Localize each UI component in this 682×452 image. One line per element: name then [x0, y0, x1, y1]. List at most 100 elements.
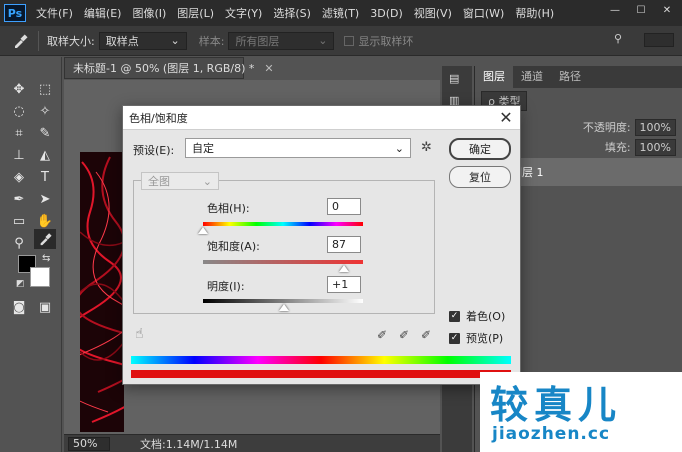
swap-colors-icon[interactable]: ⇆	[42, 253, 50, 264]
document-tab-title: 未标题-1 @ 50% (图层 1, RGB/8) *	[73, 62, 255, 75]
preview-label: 预览(P)	[466, 332, 504, 345]
fill-label: 填充:	[604, 141, 631, 154]
menu-filter[interactable]: 滤镜(T)	[322, 5, 359, 21]
hue-slider-track[interactable]	[203, 222, 363, 226]
reset-button[interactable]: 复位	[449, 166, 511, 188]
tab-channels[interactable]: 通道	[513, 64, 551, 88]
zoom-tool-icon[interactable]: ⚲	[8, 233, 30, 253]
close-icon[interactable]: ✕	[498, 108, 514, 127]
document-size-info[interactable]: 文档:1.14M/1.14M	[140, 436, 237, 452]
search-icon[interactable]: ⚲	[614, 32, 622, 45]
colorize-check-icon: ✓	[449, 310, 460, 322]
menu-help[interactable]: 帮助(H)	[515, 5, 554, 21]
channel-value: 全图	[148, 175, 170, 188]
sample-size-select[interactable]: 取样点 ⌄	[98, 31, 187, 50]
eraser-tool-icon[interactable]: ◭	[34, 145, 56, 165]
stamp-tool-icon[interactable]: ⊥	[8, 145, 30, 165]
tab-paths[interactable]: 路径	[551, 64, 589, 88]
lightness-label: 明度(I):	[207, 280, 245, 293]
saturation-slider-thumb[interactable]	[339, 265, 349, 272]
sample-label: 样本:	[198, 34, 225, 48]
close-tab-icon[interactable]: ✕	[264, 62, 273, 75]
hue-label: 色相(H):	[207, 202, 250, 215]
minimize-button[interactable]: —	[606, 3, 624, 17]
preset-label: 预设(E):	[133, 144, 175, 157]
app-logo: Ps	[4, 4, 26, 22]
move-tool-icon[interactable]: ✥	[8, 79, 30, 99]
colorize-checkbox[interactable]: ✓ 着色(O)	[449, 308, 505, 324]
screen-mode-icon[interactable]: ▣	[34, 297, 56, 317]
eyedropper-minus-icon[interactable]: ✐	[421, 328, 431, 342]
eyedropper-tool-preset-icon[interactable]	[10, 32, 30, 50]
preset-value: 自定	[192, 142, 214, 155]
lightness-slider-thumb[interactable]	[279, 304, 289, 311]
preview-checkbox[interactable]: ✓ 预览(P)	[449, 330, 503, 346]
paint-bucket-tool-icon[interactable]: ◈	[8, 167, 30, 187]
menu-window[interactable]: 窗口(W)	[463, 5, 504, 21]
channel-select[interactable]: 全图 ⌄	[141, 172, 219, 190]
rectangle-tool-icon[interactable]: ▭	[8, 211, 30, 231]
menu-layer[interactable]: 图层(L)	[177, 5, 214, 21]
saturation-label: 饱和度(A):	[207, 240, 260, 253]
menu-file[interactable]: 文件(F)	[36, 5, 73, 21]
lasso-tool-icon[interactable]: ◌	[8, 101, 30, 121]
show-ring-checkbox[interactable]	[344, 35, 355, 46]
quick-mask-icon[interactable]: ◙	[8, 297, 30, 317]
saturation-slider-track[interactable]	[203, 260, 363, 264]
path-select-tool-icon[interactable]: ➤	[34, 189, 56, 209]
tab-layers[interactable]: 图层	[475, 64, 513, 88]
menu-view[interactable]: 视图(V)	[414, 5, 452, 21]
document-tab[interactable]: 未标题-1 @ 50% (图层 1, RGB/8) * ✕	[64, 57, 274, 79]
lightness-slider-track[interactable]	[203, 299, 363, 303]
document-image	[80, 152, 124, 432]
maximize-button[interactable]: ☐	[632, 3, 650, 17]
menu-type[interactable]: 文字(Y)	[225, 5, 262, 21]
menu-select[interactable]: 选择(S)	[273, 5, 311, 21]
pen-tool-icon[interactable]: ✒	[8, 189, 30, 209]
sample-value: 所有图层	[235, 34, 280, 48]
eyedropper-tool-icon[interactable]	[34, 229, 56, 249]
hue-slider-thumb[interactable]	[198, 227, 208, 234]
watermark-text-en: jiaozhen.cc	[492, 424, 611, 444]
menu-image[interactable]: 图像(I)	[132, 5, 166, 21]
sample-size-label: 取样大小:	[47, 34, 95, 48]
sample-select[interactable]: 所有图层 ⌄	[228, 31, 335, 50]
divider	[38, 30, 39, 51]
fill-field[interactable]: 100%	[634, 138, 676, 156]
on-image-adjust-icon[interactable]: ☝	[135, 326, 144, 342]
history-panel-icon[interactable]: ▤	[449, 72, 459, 85]
default-colors-icon[interactable]: ◩	[16, 279, 25, 289]
chevron-down-icon: ⌄	[394, 141, 404, 155]
chevron-down-icon: ⌄	[202, 174, 212, 188]
opacity-label: 不透明度:	[582, 121, 631, 134]
hue-saturation-dialog: 色相/饱和度 ✕ 预设(E): 自定 ⌄ ✲ 确定 复位 全图 ⌄ 色相(H):…	[122, 105, 521, 385]
eyedropper-plus-icon[interactable]: ✐	[399, 328, 409, 342]
sample-size-value: 取样点	[105, 34, 139, 48]
crop-tool-icon[interactable]: ⌗	[8, 123, 30, 143]
zoom-level-field[interactable]: 50%	[68, 436, 110, 451]
dialog-title-bar: 色相/饱和度	[123, 106, 520, 130]
opacity-field[interactable]: 100%	[634, 118, 676, 136]
status-bar: 50% 文档:1.14M/1.14M	[64, 434, 440, 452]
workspace-switcher[interactable]	[644, 33, 674, 47]
eyedropper-icon[interactable]: ✐	[377, 328, 387, 342]
hand-tool-icon[interactable]: ✋	[34, 211, 56, 231]
magic-wand-tool-icon[interactable]: ✧	[34, 101, 56, 121]
close-window-button[interactable]: ✕	[658, 3, 676, 17]
watermark: 较真儿 jiaozhen.cc	[480, 372, 682, 452]
lightness-input[interactable]: +1	[327, 276, 361, 293]
menu-3d[interactable]: 3D(D)	[370, 7, 403, 20]
brush-tool-icon[interactable]: ✎	[34, 123, 56, 143]
hue-input[interactable]: 0	[327, 198, 361, 215]
background-color-swatch[interactable]	[30, 267, 50, 287]
preset-select[interactable]: 自定 ⌄	[185, 138, 411, 158]
marquee-tool-icon[interactable]: ⬚	[34, 79, 56, 99]
type-tool-icon[interactable]: T	[34, 167, 56, 187]
gear-icon[interactable]: ✲	[421, 140, 432, 155]
menu-edit[interactable]: 编辑(E)	[84, 5, 122, 21]
input-spectrum-bar	[131, 356, 511, 364]
ok-button[interactable]: 确定	[449, 138, 511, 160]
saturation-input[interactable]: 87	[327, 236, 361, 253]
preview-check-icon: ✓	[449, 332, 460, 344]
adjustment-group	[133, 180, 435, 314]
